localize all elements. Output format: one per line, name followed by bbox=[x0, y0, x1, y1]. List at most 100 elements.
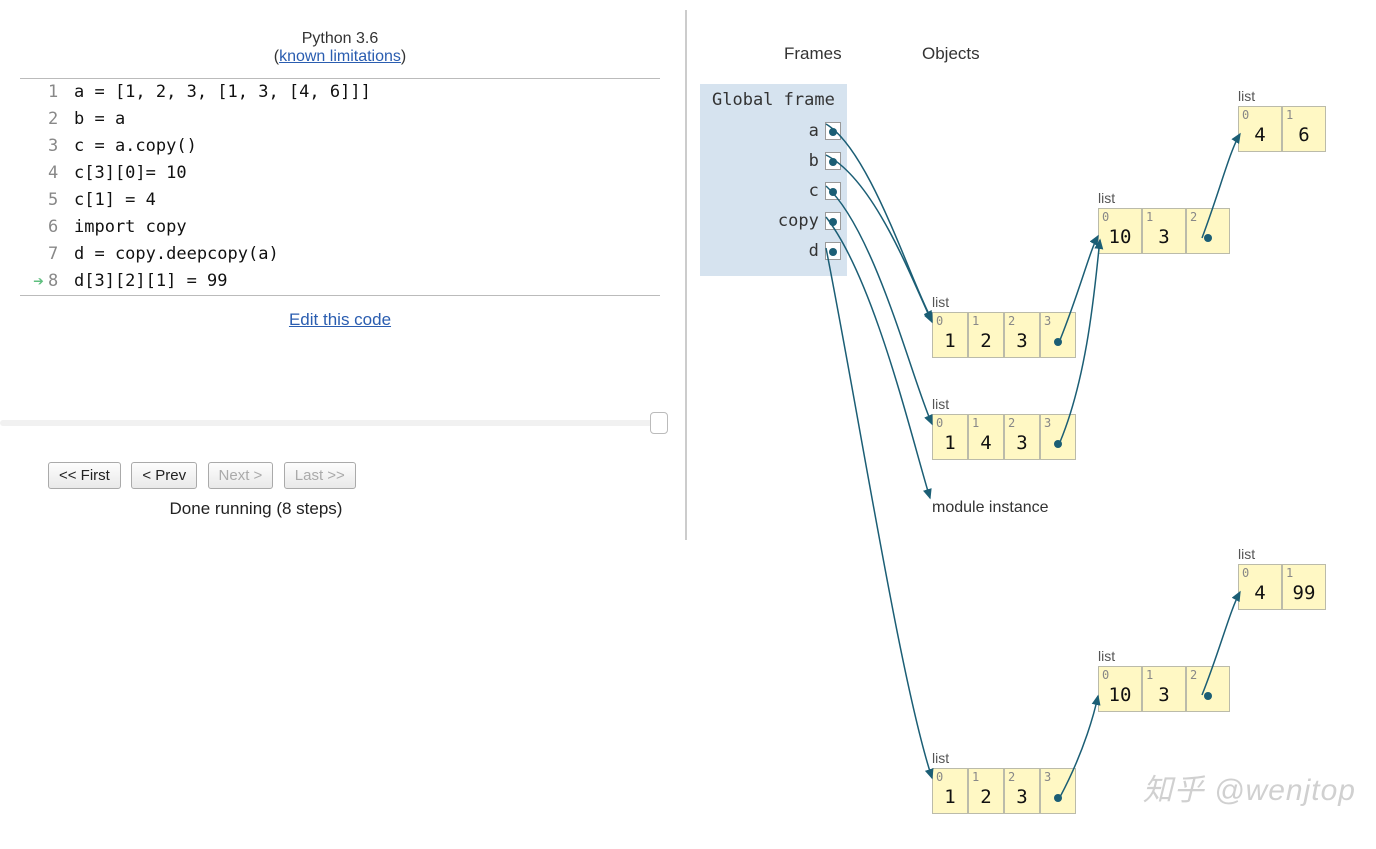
list-cell: 13 bbox=[1142, 666, 1186, 712]
frame-var-b: b bbox=[706, 146, 841, 176]
heap-list-d: list 01 12233 bbox=[932, 750, 1076, 814]
cell-index: 1 bbox=[969, 313, 979, 328]
var-name: copy bbox=[735, 211, 825, 231]
cell-value: 3 bbox=[1158, 226, 1169, 248]
list-type-label: list bbox=[932, 294, 1076, 310]
cell-index: 2 bbox=[1005, 415, 1015, 430]
line-number: 5 bbox=[48, 187, 68, 214]
code-block: 1a = [1, 2, 3, [1, 3, [4, 6]]]2b = a3c =… bbox=[20, 78, 660, 296]
step-slider[interactable] bbox=[0, 420, 664, 426]
list-cell: 010 bbox=[1098, 208, 1142, 254]
list-cell: 23 bbox=[1004, 414, 1040, 460]
cell-index: 0 bbox=[933, 769, 943, 784]
code-text: a = [1, 2, 3, [1, 3, [4, 6]]] bbox=[68, 79, 371, 106]
list-cell: 12 bbox=[968, 768, 1004, 814]
list-cell: 16 bbox=[1282, 106, 1326, 152]
ref-dot-icon bbox=[1054, 440, 1062, 448]
module-instance-label: module instance bbox=[932, 499, 1049, 517]
edit-code-link[interactable]: Edit this code bbox=[289, 310, 391, 329]
list-type-label: list bbox=[1238, 546, 1326, 562]
known-limitations-link[interactable]: known limitations bbox=[279, 48, 401, 65]
cell-index: 0 bbox=[1099, 209, 1109, 224]
code-text: c[1] = 4 bbox=[68, 187, 156, 214]
frame-var-c: c bbox=[706, 176, 841, 206]
right-pane: Frames Objects Global frame abccopyd lis… bbox=[700, 0, 1376, 849]
code-text: d[3][2][1] = 99 bbox=[68, 268, 228, 295]
list-type-label: list bbox=[932, 396, 1076, 412]
ref-dot-icon bbox=[829, 218, 837, 226]
list-cell: 01 bbox=[932, 414, 968, 460]
ref-dot-icon bbox=[1054, 338, 1062, 346]
var-ref-box bbox=[825, 182, 841, 200]
heap-list-c: list0114233 bbox=[932, 396, 1076, 460]
prev-button[interactable]: < Prev bbox=[131, 462, 197, 489]
watermark: 知乎 @wenjtop bbox=[1143, 765, 1356, 809]
code-line: 4c[3][0]= 10 bbox=[20, 160, 660, 187]
list-cells: 0112233 bbox=[932, 312, 1076, 358]
first-button[interactable]: << First bbox=[48, 462, 121, 489]
list-cell: 01 bbox=[932, 312, 968, 358]
code-line: 5c[1] = 4 bbox=[20, 187, 660, 214]
cell-value: 2 bbox=[980, 786, 991, 808]
pane-divider bbox=[685, 10, 687, 540]
list-cell: 3 bbox=[1040, 768, 1076, 814]
cell-value: 10 bbox=[1109, 226, 1132, 248]
frame-var-copy: copy bbox=[706, 206, 841, 236]
code-text: c = a.copy() bbox=[68, 133, 197, 160]
line-number: 1 bbox=[48, 79, 68, 106]
cell-index: 2 bbox=[1005, 769, 1015, 784]
line-number: 8 bbox=[48, 268, 68, 295]
cell-value: 6 bbox=[1298, 124, 1309, 146]
code-line: 1a = [1, 2, 3, [1, 3, [4, 6]]] bbox=[20, 79, 660, 106]
cell-value: 4 bbox=[1254, 124, 1265, 146]
code-line: 2b = a bbox=[20, 106, 660, 133]
list-cell: 3 bbox=[1040, 312, 1076, 358]
list-cell: 12 bbox=[968, 312, 1004, 358]
paren-close: ) bbox=[401, 48, 406, 65]
cell-index: 0 bbox=[1239, 565, 1249, 580]
next-button: Next > bbox=[208, 462, 274, 489]
global-frame-title: Global frame bbox=[706, 88, 841, 116]
limitations-row: (known limitations) bbox=[0, 48, 680, 66]
frame-var-d: d bbox=[706, 236, 841, 266]
cell-value: 99 bbox=[1293, 582, 1316, 604]
cell-index: 3 bbox=[1041, 415, 1051, 430]
heap-list-leaf_d: list04199 bbox=[1238, 546, 1326, 610]
code-text: c[3][0]= 10 bbox=[68, 160, 187, 187]
cell-index: 0 bbox=[933, 313, 943, 328]
list-cell: 23 bbox=[1004, 768, 1040, 814]
cell-value: 1 bbox=[944, 786, 955, 808]
cell-index: 2 bbox=[1187, 667, 1197, 682]
list-cell: 13 bbox=[1142, 208, 1186, 254]
list-type-label: list bbox=[932, 750, 1076, 766]
list-cells: 010132 bbox=[1098, 208, 1230, 254]
cell-value: 10 bbox=[1109, 684, 1132, 706]
ref-dot-icon bbox=[829, 188, 837, 196]
heap-list-inner_ac: list010132 bbox=[1098, 190, 1230, 254]
cell-index: 1 bbox=[969, 415, 979, 430]
ref-dot-icon bbox=[829, 128, 837, 136]
cell-index: 0 bbox=[1099, 667, 1109, 682]
global-frame: Global frame abccopyd bbox=[700, 84, 847, 276]
cell-index: 2 bbox=[1005, 313, 1015, 328]
var-name: d bbox=[735, 241, 825, 261]
list-type-label: list bbox=[1098, 190, 1230, 206]
current-line-arrow-icon: ➔ bbox=[33, 271, 44, 292]
heap-list-leaf_ac: list0416 bbox=[1238, 88, 1326, 152]
list-type-label: list bbox=[1098, 648, 1230, 664]
cell-index: 1 bbox=[1283, 565, 1293, 580]
list-cell: 04 bbox=[1238, 564, 1282, 610]
code-text: d = copy.deepcopy(a) bbox=[68, 241, 279, 268]
list-cell: 14 bbox=[968, 414, 1004, 460]
var-name: c bbox=[735, 181, 825, 201]
list-cells: 04199 bbox=[1238, 564, 1326, 610]
cell-value: 1 bbox=[944, 432, 955, 454]
list-cell: 23 bbox=[1004, 312, 1040, 358]
list-cells: 0114233 bbox=[932, 414, 1076, 460]
cell-value: 1 bbox=[944, 330, 955, 352]
step-controls: << First < Prev Next > Last >> Done runn… bbox=[48, 462, 680, 519]
line-number: 2 bbox=[48, 106, 68, 133]
cell-index: 0 bbox=[933, 415, 943, 430]
slider-thumb[interactable] bbox=[650, 412, 668, 434]
cell-value: 4 bbox=[1254, 582, 1265, 604]
